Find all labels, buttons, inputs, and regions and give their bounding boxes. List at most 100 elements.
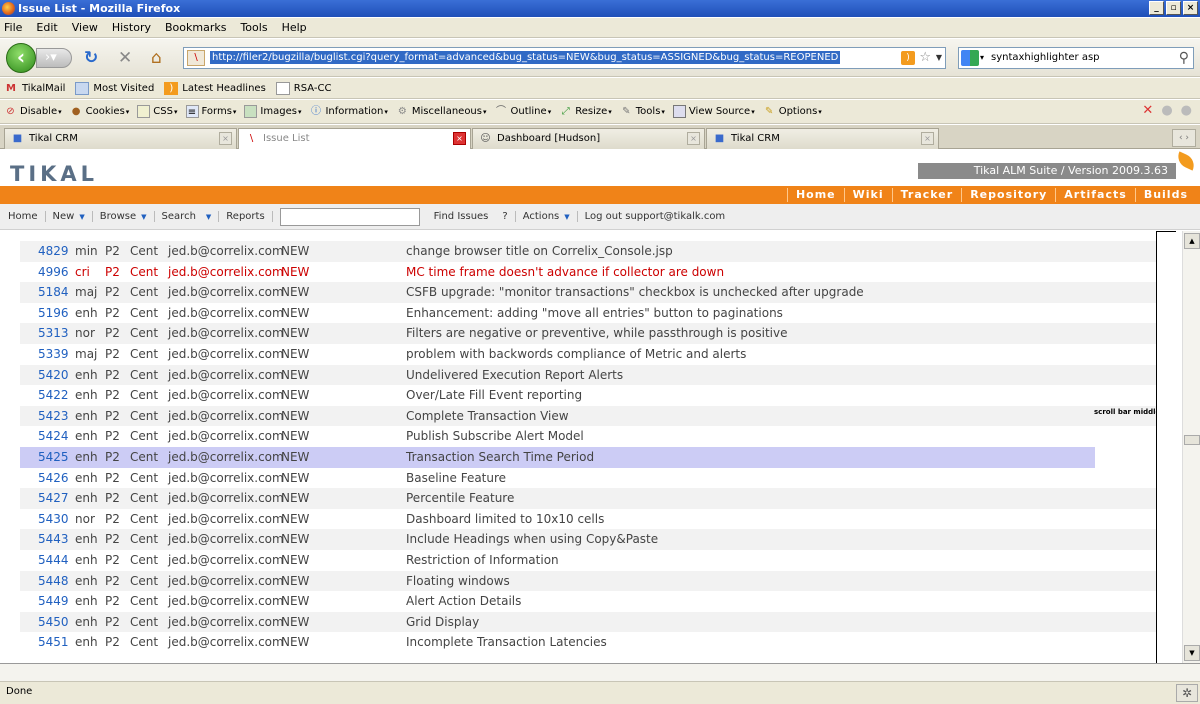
- bz-logout-link[interactable]: Log out support@tikalk.com: [578, 211, 733, 222]
- dev-resize[interactable]: ⤢ Resize ▾: [559, 105, 612, 118]
- summary-link[interactable]: Floating windows: [406, 571, 510, 591]
- dev-outline[interactable]: ⌒ Outline ▾: [495, 105, 551, 118]
- nav-builds[interactable]: Builds: [1134, 188, 1196, 202]
- summary-link[interactable]: Filters are negative or preventive, whil…: [406, 323, 788, 343]
- tab-close-icon[interactable]: ×: [921, 132, 934, 145]
- summary-link[interactable]: Complete Transaction View: [406, 406, 569, 426]
- menu-file[interactable]: File: [4, 21, 22, 34]
- nav-artifacts[interactable]: Artifacts: [1055, 188, 1135, 202]
- summary-link[interactable]: Transaction Search Time Period: [406, 447, 594, 467]
- menu-help[interactable]: Help: [282, 21, 307, 34]
- table-row[interactable]: 5443 enh P2 Cent jed.b@correlix.com NEW Includ…: [20, 529, 1156, 550]
- table-row[interactable]: 5420 enh P2 Cent jed.b@correlix.com NEW Undeli…: [20, 364, 1156, 386]
- bug-id-link[interactable]: 5313: [38, 323, 69, 343]
- dev-information[interactable]: ⓘ Information ▾: [309, 105, 388, 118]
- summary-link[interactable]: CSFB upgrade: "monitor transactions" che…: [406, 282, 864, 302]
- maximize-button[interactable]: ▫: [1166, 1, 1181, 15]
- scroll-up-icon[interactable]: ▲: [1184, 233, 1200, 249]
- bookmark-star-icon[interactable]: ☆: [919, 48, 931, 68]
- dev-options[interactable]: ✎ Options ▾: [763, 105, 822, 118]
- menu-tools[interactable]: Tools: [240, 21, 267, 34]
- bz-help-link[interactable]: ?: [495, 211, 516, 222]
- dev-css[interactable]: CSS ▾: [137, 105, 178, 118]
- summary-link[interactable]: Undelivered Execution Report Alerts: [406, 365, 623, 385]
- bug-id-link[interactable]: 5451: [38, 632, 69, 652]
- google-engine-icon[interactable]: [961, 50, 979, 66]
- bz-search-menu[interactable]: Search ▼: [155, 211, 220, 222]
- stop-icon[interactable]: ✕: [118, 48, 132, 68]
- summary-link[interactable]: Incomplete Transaction Latencies: [406, 632, 607, 652]
- reload-icon[interactable]: ↻: [84, 48, 98, 68]
- bz-browse-menu[interactable]: Browse ▼: [93, 211, 155, 222]
- tab-tikal-crm[interactable]: ■ Tikal CRM ×: [4, 128, 237, 149]
- table-row[interactable]: 5422 enh P2 Cent jed.b@correlix.com NEW Over/L…: [20, 385, 1156, 406]
- table-row[interactable]: 5427 enh P2 Cent jed.b@correlix.com NEW Percen…: [20, 488, 1156, 509]
- site-identity-icon[interactable]: \: [187, 50, 205, 66]
- tab-issue-list[interactable]: \ Issue List ×: [238, 128, 471, 149]
- bug-id-link[interactable]: 5430: [38, 509, 69, 529]
- table-row[interactable]: 5423 enh P2 Cent jed.b@correlix.com NEW Comple…: [20, 405, 1156, 427]
- forward-button[interactable]: ›▾: [36, 48, 72, 68]
- summary-link[interactable]: Baseline Feature: [406, 468, 506, 488]
- bookmark-most-visited[interactable]: Most Visited: [75, 81, 154, 95]
- summary-link[interactable]: change browser title on Correlix_Console…: [406, 241, 673, 261]
- bz-new-menu[interactable]: New ▼: [46, 211, 93, 222]
- bug-id-link[interactable]: 5449: [38, 591, 69, 611]
- summary-link[interactable]: Over/Late Fill Event reporting: [406, 385, 582, 405]
- summary-link[interactable]: Alert Action Details: [406, 591, 521, 611]
- dev-images[interactable]: Images ▾: [244, 105, 301, 118]
- search-magnifier-icon[interactable]: ⚲: [1179, 48, 1189, 68]
- dev-tools[interactable]: ✎ Tools ▾: [620, 105, 665, 118]
- table-row[interactable]: 5184 maj P2 Cent jed.b@correlix.com NEW CSFB u…: [20, 282, 1156, 303]
- table-row[interactable]: 5426 enh P2 Cent jed.b@correlix.com NEW Baseli…: [20, 468, 1156, 489]
- table-row[interactable]: 5444 enh P2 Cent jed.b@correlix.com NEW Restri…: [20, 550, 1156, 571]
- addon-status-icon[interactable]: ✲: [1176, 684, 1198, 702]
- bug-id-link[interactable]: 5423: [38, 406, 69, 426]
- table-row[interactable]: 5448 enh P2 Cent jed.b@correlix.com NEW Floati…: [20, 570, 1156, 592]
- bookmark-latest-headlines[interactable]: ) Latest Headlines: [164, 81, 266, 95]
- bug-id-link[interactable]: 5420: [38, 365, 69, 385]
- table-row[interactable]: 5425 enh P2 Cent jed.b@correlix.com NEW Transa…: [20, 447, 1095, 468]
- table-row[interactable]: 5430 nor P2 Cent jed.b@correlix.com NEW Dashbo…: [20, 509, 1156, 530]
- menu-bookmarks[interactable]: Bookmarks: [165, 21, 226, 34]
- bz-reports-link[interactable]: Reports: [219, 211, 273, 222]
- bug-id-link[interactable]: 5450: [38, 612, 69, 632]
- url-text[interactable]: http://filer2/bugzilla/buglist.cgi?query…: [210, 51, 841, 64]
- table-row[interactable]: 5313 nor P2 Cent jed.b@correlix.com NEW Filter…: [20, 323, 1156, 344]
- search-box[interactable]: ▾ syntaxhighlighter asp ⚲: [958, 47, 1194, 69]
- bug-id-link[interactable]: 4829: [38, 241, 69, 261]
- bug-id-link[interactable]: 5184: [38, 282, 69, 302]
- dev-close-icon[interactable]: ✕: [1142, 104, 1153, 118]
- table-row[interactable]: 5451 enh P2 Cent jed.b@correlix.com NEW Incomp…: [20, 632, 1156, 653]
- bug-id-link[interactable]: 5196: [38, 303, 69, 323]
- url-dropdown-icon[interactable]: ▼: [936, 48, 942, 68]
- back-button[interactable]: ‹: [6, 43, 36, 73]
- menu-view[interactable]: View: [72, 21, 98, 34]
- tab-dashboard-hudson[interactable]: ☺ Dashboard [Hudson] ×: [472, 128, 705, 149]
- engine-dropdown-icon[interactable]: ▾: [980, 48, 984, 68]
- dev-view-source[interactable]: View Source ▾: [672, 105, 755, 118]
- vertical-scrollbar[interactable]: ▲ ▼: [1182, 231, 1200, 663]
- nav-tracker[interactable]: Tracker: [891, 188, 962, 202]
- table-row[interactable]: 4829 min P2 Cent jed.b@correlix.com NEW change…: [20, 241, 1156, 262]
- tab-tikal-crm-2[interactable]: ■ Tikal CRM ×: [706, 128, 939, 149]
- search-input[interactable]: syntaxhighlighter asp: [991, 52, 1100, 63]
- find-issues-input[interactable]: [279, 207, 420, 226]
- table-row[interactable]: 5449 enh P2 Cent jed.b@correlix.com NEW Alert …: [20, 591, 1156, 612]
- bug-id-link[interactable]: 5443: [38, 529, 69, 549]
- bug-id-link[interactable]: 4996: [38, 262, 69, 282]
- dev-miscellaneous[interactable]: ⚙ Miscellaneous ▾: [396, 105, 487, 118]
- bug-id-link[interactable]: 5426: [38, 468, 69, 488]
- nav-wiki[interactable]: Wiki: [843, 188, 892, 202]
- tab-close-icon[interactable]: ×: [219, 132, 232, 145]
- summary-link[interactable]: MC time frame doesn't advance if collect…: [406, 262, 724, 282]
- horizontal-scrollbar[interactable]: [0, 663, 1200, 681]
- dev-forms[interactable]: ≡ Forms ▾: [185, 105, 236, 118]
- menu-edit[interactable]: Edit: [36, 21, 57, 34]
- table-row[interactable]: 5196 enh P2 Cent jed.b@correlix.com NEW Enhanc…: [20, 303, 1156, 324]
- close-window-button[interactable]: ×: [1183, 1, 1198, 15]
- summary-link[interactable]: Grid Display: [406, 612, 479, 632]
- bz-actions-menu[interactable]: Actions ▼: [516, 211, 578, 222]
- bookmark-tikalmail[interactable]: M TikalMail: [4, 82, 65, 95]
- bug-id-link[interactable]: 5444: [38, 550, 69, 570]
